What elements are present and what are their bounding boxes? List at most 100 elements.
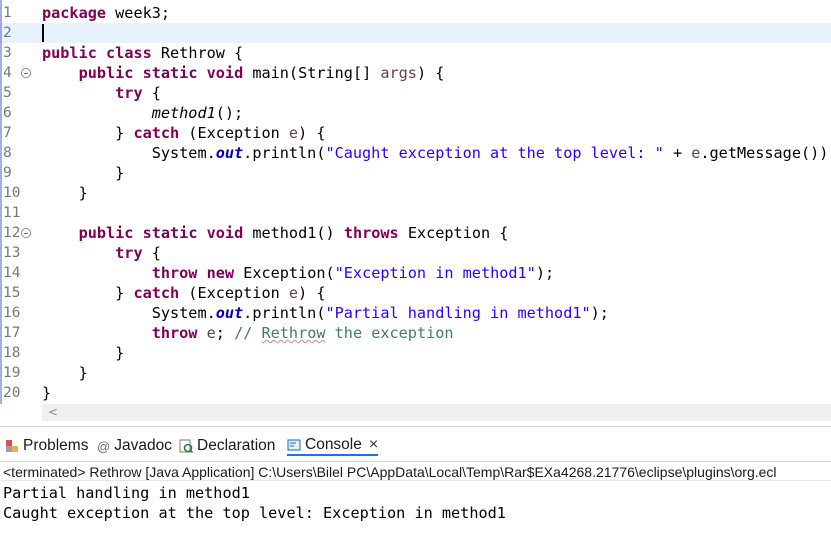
code-token: } [42,284,134,302]
code-token: out [215,304,244,322]
close-icon[interactable]: × [369,436,378,454]
tab-declaration[interactable]: Declaration [179,436,275,456]
console-output-line: Partial handling in method1 [3,484,250,502]
line-number: 1 [3,5,12,21]
code-token: public [42,44,97,62]
code-line: 10 } [0,183,831,203]
code-line: 11 [0,203,831,223]
code-token: System. [42,144,216,162]
code-text: method1(); [42,103,243,123]
line-number: 19 [3,365,21,381]
code-token: throws [343,224,399,242]
code-text: System.out.println("Caught exception at … [42,143,831,163]
code-line: 14 throw new Exception("Exception in met… [0,263,831,283]
code-token: e [288,124,299,142]
code-token: ) { [298,124,326,142]
code-text: try { [42,243,161,263]
scroll-left-arrow-icon[interactable]: < [48,405,58,419]
fold-toggle-icon[interactable] [21,228,31,238]
tab-javadoc-label: Javadoc [114,437,172,454]
code-line: 17 throw e; // Rethrow the exception [0,323,831,343]
code-token: void [206,224,244,242]
code-token: System. [42,304,216,322]
javadoc-icon: @ [97,438,111,454]
code-token: (); [215,104,244,122]
line-number: 14 [3,265,21,281]
code-text: } [42,383,51,403]
code-token: static [142,64,198,82]
line-number: 8 [3,145,12,161]
code-token: .getMessage()); [700,144,831,162]
tab-problems[interactable]: Problems [5,436,88,456]
code-text: try { [42,83,161,103]
code-line: 6 method1(); [0,103,831,123]
line-number: 11 [3,205,21,221]
code-token: (Exception [179,124,289,142]
code-token: } [42,344,125,362]
bottom-panel: Problems @ Javadoc Declaration Console ×… [0,426,831,544]
line-number: 3 [3,45,12,61]
code-text: public class Rethrow { [42,43,243,63]
line-number: 5 [3,85,12,101]
code-token: // [234,324,262,342]
horizontal-scrollbar[interactable] [42,404,831,421]
tab-javadoc[interactable]: @ Javadoc [97,436,172,456]
code-line: 7 } catch (Exception e) { [0,123,831,143]
code-token: try [115,244,143,262]
tab-console-label: Console [305,435,362,453]
code-token: Exception( [234,264,335,282]
code-text: } [42,343,124,363]
code-text: } catch (Exception e) { [42,283,325,303]
code-line: 1 package week3; [0,3,831,23]
line-number: 20 [3,385,21,401]
code-line: 3 public class Rethrow { [0,43,831,63]
code-text: public static void method1() throws Exce… [42,223,509,243]
fold-toggle-icon[interactable] [21,68,31,78]
code-line: 20} [0,383,831,403]
code-token: e [206,324,216,342]
line-number: 2 [3,25,12,41]
line-number: 9 [3,165,12,181]
code-token: throw [151,264,198,282]
tab-declaration-label: Declaration [197,437,276,454]
tab-console[interactable]: Console × [287,435,379,456]
console-process-label: <terminated> Rethrow [Java Application] … [0,461,831,481]
line-number: 7 [3,125,12,141]
code-text: package week3; [42,3,170,23]
code-line: 4 public static void main(String[] args)… [0,63,831,83]
code-token: "Partial handling in method1" [325,304,591,322]
code-token: Rethrow { [151,44,244,62]
code-token: .println( [243,304,326,322]
code-token: method1() [243,224,344,242]
line-number: 6 [3,105,12,121]
code-token: catch [133,284,180,302]
code-line: 5 try { [0,83,831,103]
code-editor[interactable]: 1 package week3; 2 3 public class Rethrow {4… [0,0,831,404]
code-text: } [42,163,124,183]
code-token: static [142,224,198,242]
code-token: ); [535,264,555,282]
code-token: week3; [106,4,171,22]
code-token: Exception { [398,224,509,242]
declaration-icon [179,439,194,454]
code-token: } [42,364,88,382]
code-text: public static void main(String[] args) { [42,63,445,83]
code-token: "Caught exception at the top level: " [325,144,664,162]
line-number: 16 [3,305,21,321]
code-text: } [42,363,88,383]
code-line: 16 System.out.println("Partial handling … [0,303,831,323]
code-token: package [42,4,107,22]
console-output-line: Caught exception at the top level: Excep… [3,504,506,522]
problems-icon [5,439,19,453]
code-token: try [115,84,143,102]
